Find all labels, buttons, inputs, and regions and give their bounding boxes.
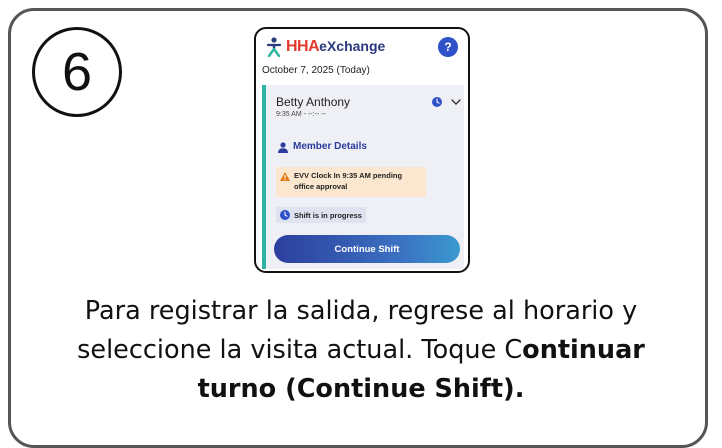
shift-status-text: Shift is in progress bbox=[294, 210, 362, 220]
logo-person-icon bbox=[266, 37, 282, 57]
clock-icon bbox=[280, 210, 290, 220]
logo-exchange: eXchange bbox=[319, 38, 386, 54]
caption-line-1: Para registrar la salida, regrese al hor… bbox=[84, 296, 638, 326]
logo-hha: HHA bbox=[286, 38, 320, 55]
visit-card[interactable]: Betty Anthony 9:35 AM - --:-- -- Member … bbox=[262, 85, 464, 269]
continue-shift-button[interactable]: Continue Shift bbox=[274, 235, 460, 263]
help-icon[interactable]: ? bbox=[438, 37, 458, 57]
alert-text: EVV Clock In 9:35 AM pending office appr… bbox=[294, 171, 403, 191]
caption-line-3: turno (Continue Shift). bbox=[0, 370, 722, 409]
warning-icon bbox=[280, 172, 290, 181]
chevron-down-icon[interactable] bbox=[450, 96, 462, 108]
caption-line-2: seleccione la visita actual. Toque Conti… bbox=[0, 331, 722, 370]
caption-line-2-plain: seleccione la visita actual. Toque C bbox=[77, 335, 523, 365]
continue-shift-label: Continue Shift bbox=[334, 243, 400, 255]
schedule-date: October 7, 2025 (Today) bbox=[262, 65, 370, 76]
instruction-caption: Para registrar la salida, regrese al hor… bbox=[0, 292, 722, 409]
phone-screenshot: HHAeXchange ? October 7, 2025 (Today) Be… bbox=[254, 27, 470, 273]
caption-line-3-bold: turno (Continue Shift). bbox=[197, 374, 525, 404]
person-icon bbox=[278, 142, 288, 153]
shift-status-badge: Shift is in progress bbox=[276, 207, 366, 223]
visit-time: 9:35 AM - --:-- -- bbox=[276, 111, 326, 118]
caption-line-2-bold: ontinuar bbox=[522, 335, 645, 365]
member-details-label: Member Details bbox=[293, 141, 367, 152]
clock-icon bbox=[432, 97, 442, 107]
help-label: ? bbox=[444, 40, 452, 54]
app-logo: HHAeXchange bbox=[286, 38, 385, 56]
evv-alert-banner: EVV Clock In 9:35 AM pending office appr… bbox=[276, 167, 426, 197]
client-name: Betty Anthony bbox=[276, 95, 351, 109]
app-header: HHAeXchange ? bbox=[264, 35, 460, 61]
step-number-badge: 6 bbox=[32, 27, 122, 117]
step-number: 6 bbox=[61, 42, 93, 102]
